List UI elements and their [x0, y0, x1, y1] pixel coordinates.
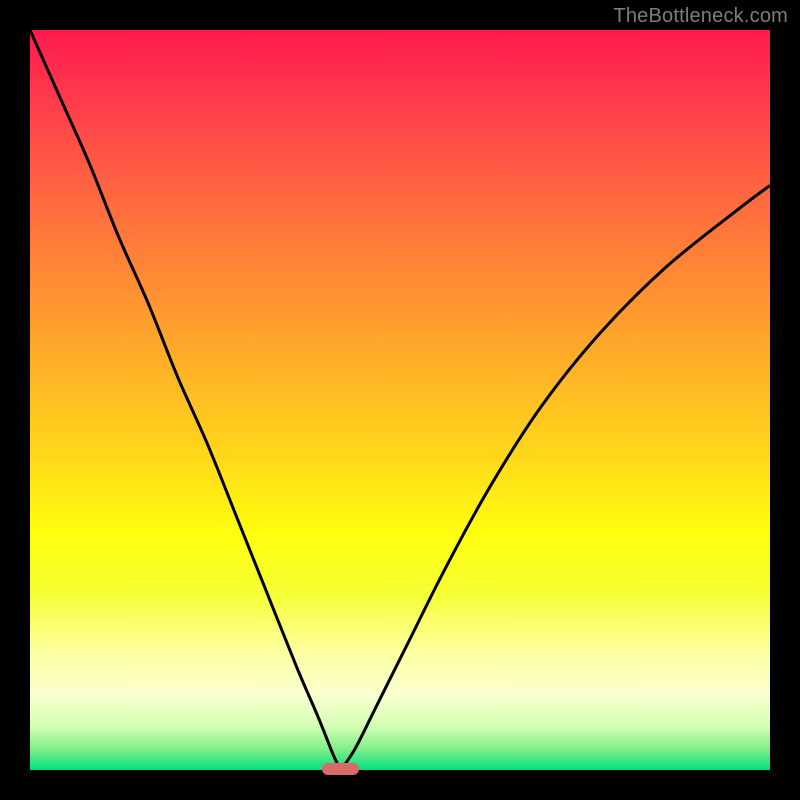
bottleneck-curve [30, 30, 770, 770]
right-branch-path [341, 185, 770, 770]
plot-area [30, 30, 770, 770]
optimal-marker [322, 763, 359, 775]
left-branch-path [30, 30, 341, 770]
chart-frame: TheBottleneck.com [0, 0, 800, 800]
attribution-label: TheBottleneck.com [613, 5, 788, 28]
